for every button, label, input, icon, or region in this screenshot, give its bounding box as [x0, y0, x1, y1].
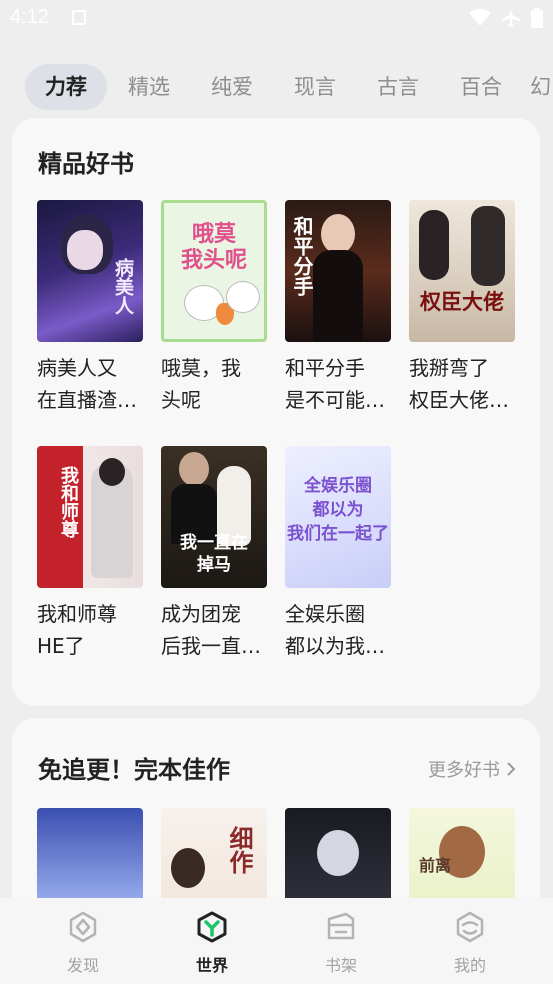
cover-title: 细作: [225, 826, 254, 874]
nav-label: 世界: [195, 956, 228, 975]
tab-recommend[interactable]: 力荐: [25, 64, 107, 110]
category-tabs: 力荐 精选 纯爱 现言 古言 百合 幻: [0, 64, 553, 110]
bookshelf-icon: [327, 912, 355, 940]
book-cover: 哦莫 我头呢: [161, 200, 267, 342]
book-item[interactable]: 全娱乐圈 都以为 我们在一起了 全娱乐圈 都以为我…: [285, 446, 391, 662]
section-title: 免追更！完本佳作: [38, 756, 230, 784]
cover-title: 和平分手: [290, 216, 314, 296]
cover-title: 全娱乐圈 都以为 我们在一起了: [287, 476, 389, 544]
book-title: 哦莫，我 头呢: [161, 356, 241, 412]
book-title: 我掰弯了 权臣大佬…: [409, 356, 509, 412]
book-cover: 和平分手: [285, 200, 391, 342]
section-title: 精品好书: [38, 150, 134, 178]
profile-icon: [456, 911, 484, 943]
nav-discover[interactable]: 发现: [43, 910, 123, 976]
tab-ancient-romance[interactable]: 古言: [357, 64, 439, 110]
book-cover: 病美人: [37, 200, 143, 342]
book-title: 和平分手 是不可能…: [285, 356, 385, 412]
completed-books-card: 免追更！完本佳作 更多好书 细作 前离: [12, 718, 540, 950]
book-item[interactable]: 我一直在 掉马 成为团宠 后我一直…: [161, 446, 267, 662]
more-books-label: 更多好书: [428, 760, 500, 781]
nav-label: 书架: [324, 956, 357, 975]
more-books-link[interactable]: 更多好书: [428, 756, 516, 782]
tab-gl[interactable]: 百合: [440, 64, 522, 110]
book-title: 全娱乐圈 都以为我…: [285, 602, 385, 658]
tab-modern-romance[interactable]: 现言: [274, 64, 356, 110]
cover-title: 哦莫 我头呢: [180, 221, 247, 273]
book-title: 病美人又 在直播渣…: [37, 356, 137, 412]
featured-books-card: 精品好书 病美人 病美人又 在直播渣… 哦莫 我头呢 哦莫，我 头呢 和平分手 …: [12, 118, 540, 706]
book-item[interactable]: 哦莫 我头呢 哦莫，我 头呢: [161, 200, 267, 416]
cover-title: 我和师尊: [58, 466, 79, 538]
cover-title: 权臣大佬: [420, 289, 504, 314]
wifi-icon: [469, 9, 491, 26]
cover-title: 前离: [418, 856, 451, 875]
world-icon: [197, 911, 227, 943]
cover-title: 我一直在 掉马: [180, 533, 248, 575]
nav-profile[interactable]: 我的: [430, 910, 510, 976]
tab-featured[interactable]: 精选: [108, 64, 190, 110]
cover-title: 病美人: [112, 258, 134, 315]
battery-icon: [531, 8, 543, 28]
book-cover: 全娱乐圈 都以为 我们在一起了: [285, 446, 391, 588]
book-item[interactable]: 我和师尊 我和师尊 HE了: [37, 446, 143, 662]
bottom-navigation: 发现 世界 书架 我的: [0, 898, 553, 984]
tab-fantasy[interactable]: 幻: [530, 64, 553, 110]
book-title: 我和师尊 HE了: [37, 602, 117, 658]
chevron-right-icon: [507, 762, 516, 776]
nav-bookshelf[interactable]: 书架: [301, 910, 381, 976]
nav-label: 我的: [453, 956, 486, 975]
status-icons: [469, 8, 543, 28]
book-item[interactable]: 和平分手 和平分手 是不可能…: [285, 200, 391, 416]
discover-icon: [69, 911, 97, 943]
book-cover: 我一直在 掉马: [161, 446, 267, 588]
book-title: 成为团宠 后我一直…: [161, 602, 261, 658]
status-time: 4:12: [10, 6, 49, 28]
book-item[interactable]: 权臣大佬 我掰弯了 权臣大佬…: [409, 200, 515, 416]
book-cover: 我和师尊: [37, 446, 143, 588]
status-bar: 4:12: [0, 0, 553, 38]
airplane-icon: [502, 9, 520, 27]
notification-icon: [72, 10, 86, 25]
book-cover: 权臣大佬: [409, 200, 515, 342]
nav-world[interactable]: 世界: [172, 910, 252, 976]
nav-label: 发现: [66, 956, 99, 975]
tab-bl[interactable]: 纯爱: [191, 64, 273, 110]
book-item[interactable]: 病美人 病美人又 在直播渣…: [37, 200, 143, 416]
